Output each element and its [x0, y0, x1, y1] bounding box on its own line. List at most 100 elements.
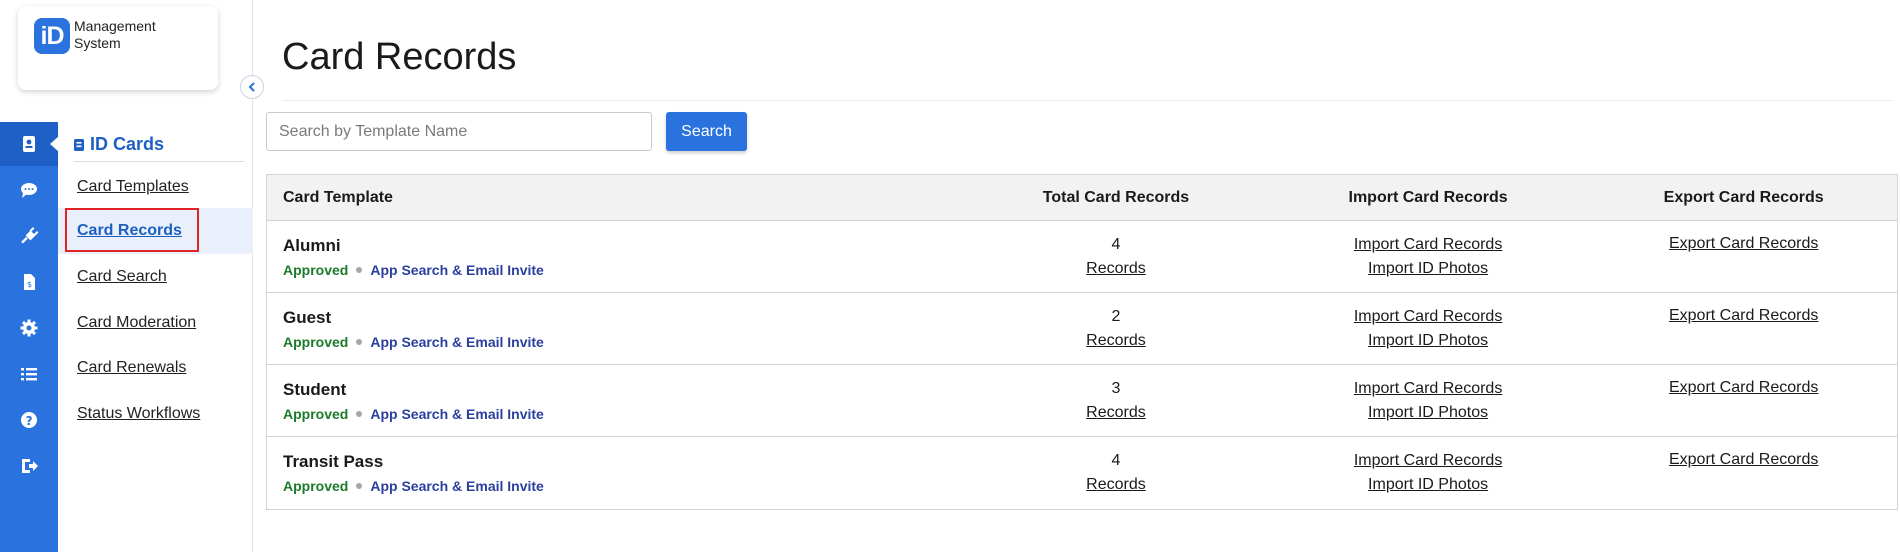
status-badge: Approved — [283, 478, 349, 494]
template-cell: Alumni Approved App Search & Email Invit… — [267, 236, 966, 278]
help-icon: ? — [21, 412, 37, 428]
access-label: App Search & Email Invite — [370, 261, 544, 278]
table-header: Card Template Total Card Records Import … — [267, 175, 1897, 221]
template-meta: Approved App Search & Email Invite — [283, 262, 966, 278]
separator-dot — [356, 338, 363, 345]
rail-id-cards[interactable] — [0, 122, 59, 166]
svg-text:$: $ — [27, 280, 32, 289]
import-cell: Import Card Records Import ID Photos — [1266, 452, 1591, 494]
import-id-photos-link[interactable]: Import ID Photos — [1266, 404, 1591, 422]
import-id-photos-link[interactable]: Import ID Photos — [1266, 476, 1591, 494]
records-link[interactable]: Records — [966, 260, 1266, 278]
logout-icon — [22, 459, 38, 473]
import-cell: Import Card Records Import ID Photos — [1266, 236, 1591, 278]
logo-badge: iD — [34, 18, 70, 54]
records-link[interactable]: Records — [966, 404, 1266, 422]
sidebar-item-card-templates[interactable]: Card Templates — [58, 164, 253, 210]
template-cell: Transit Pass Approved App Search & Email… — [267, 452, 966, 494]
plug-icon — [21, 227, 39, 244]
id-badge-icon — [74, 138, 84, 151]
sidebar-item-label: Card Renewals — [77, 359, 187, 376]
export-cell: Export Card Records — [1590, 437, 1897, 469]
header-card-template: Card Template — [283, 188, 393, 206]
template-name: Transit Pass — [283, 452, 384, 471]
sidebar-item-card-search[interactable]: Card Search — [58, 254, 253, 300]
logo-text: Management System — [74, 18, 156, 51]
sidebar-item-label: Status Workflows — [77, 405, 201, 422]
list-icon — [21, 368, 37, 381]
sidebar-item-card-renewals[interactable]: Card Renewals — [58, 345, 253, 391]
record-count: 4 — [1111, 452, 1121, 469]
total-cell: 4 Records — [966, 236, 1266, 278]
table-row: Student Approved App Search & Email Invi… — [267, 365, 1897, 437]
template-meta: Approved App Search & Email Invite — [283, 406, 966, 422]
export-card-records-link[interactable]: Export Card Records — [1669, 307, 1818, 324]
export-card-records-link[interactable]: Export Card Records — [1669, 235, 1818, 252]
import-id-photos-link[interactable]: Import ID Photos — [1266, 260, 1591, 278]
total-cell: 4 Records — [966, 452, 1266, 494]
import-card-records-link[interactable]: Import Card Records — [1266, 380, 1591, 398]
template-name: Guest — [283, 307, 332, 327]
import-cell: Import Card Records Import ID Photos — [1266, 380, 1591, 422]
separator-dot — [356, 266, 363, 273]
separator-dot — [356, 410, 363, 417]
record-count: 3 — [1111, 379, 1121, 397]
sidebar-item-card-moderation[interactable]: Card Moderation — [58, 300, 253, 346]
rail-settings[interactable] — [0, 306, 58, 350]
import-card-records-link[interactable]: Import Card Records — [1266, 308, 1591, 326]
rail-billing[interactable]: $ — [0, 260, 58, 304]
access-label: App Search & Email Invite — [370, 478, 544, 494]
invoice-icon: $ — [24, 274, 35, 290]
header-total-card-records: Total Card Records — [1042, 188, 1190, 206]
import-cell: Import Card Records Import ID Photos — [1266, 308, 1591, 350]
svg-text:?: ? — [26, 414, 33, 428]
import-card-records-link[interactable]: Import Card Records — [1266, 452, 1591, 470]
sidebar-item-label: Card Search — [77, 268, 167, 285]
rail-integrations[interactable] — [0, 214, 58, 258]
rail-lists[interactable] — [0, 352, 58, 396]
template-meta: Approved App Search & Email Invite — [283, 478, 966, 494]
record-count: 4 — [1111, 235, 1121, 253]
logo-card[interactable]: iD Management System — [18, 6, 218, 90]
records-link[interactable]: Records — [966, 476, 1266, 494]
title-divider — [282, 100, 1892, 101]
export-cell: Export Card Records — [1590, 221, 1897, 253]
total-cell: 2 Records — [966, 308, 1266, 350]
status-badge: Approved — [283, 405, 349, 422]
table-row: Transit Pass Approved App Search & Email… — [267, 437, 1897, 509]
chat-icon — [21, 183, 37, 198]
gear-icon — [20, 319, 38, 337]
rail-messages[interactable] — [0, 168, 58, 212]
search-button[interactable]: Search — [666, 112, 747, 151]
table-row: Alumni Approved App Search & Email Invit… — [267, 221, 1897, 293]
import-card-records-link[interactable]: Import Card Records — [1266, 236, 1591, 254]
template-meta: Approved App Search & Email Invite — [283, 334, 966, 350]
template-cell: Student Approved App Search & Email Invi… — [267, 380, 966, 422]
rail-help[interactable]: ? — [0, 398, 58, 442]
export-card-records-link[interactable]: Export Card Records — [1669, 379, 1818, 396]
table-row: Guest Approved App Search & Email Invite… — [267, 293, 1897, 365]
sidebar-collapse-button[interactable] — [240, 75, 264, 99]
sidebar-section-title: ID Cards — [90, 134, 165, 154]
search-input[interactable] — [266, 112, 652, 151]
export-card-records-link[interactable]: Export Card Records — [1669, 451, 1818, 468]
record-count: 2 — [1111, 307, 1121, 325]
sidebar-item-label: Card Moderation — [77, 314, 197, 331]
status-badge: Approved — [283, 261, 349, 278]
template-cell: Guest Approved App Search & Email Invite — [267, 308, 966, 350]
template-name: Student — [283, 379, 347, 399]
total-cell: 3 Records — [966, 380, 1266, 422]
sidebar-item-status-workflows[interactable]: Status Workflows — [58, 391, 253, 437]
sidebar-section-id-cards: ID Cards — [74, 128, 244, 162]
highlight-box — [65, 208, 199, 252]
header-import-card-records: Import Card Records — [1348, 188, 1508, 206]
separator-dot — [356, 483, 363, 489]
header-export-card-records: Export Card Records — [1663, 188, 1824, 206]
export-cell: Export Card Records — [1590, 365, 1897, 397]
rail-logout[interactable] — [0, 444, 58, 488]
id-card-icon — [23, 136, 35, 152]
page-title: Card Records — [282, 36, 517, 78]
records-link[interactable]: Records — [966, 332, 1266, 350]
export-cell: Export Card Records — [1590, 293, 1897, 325]
import-id-photos-link[interactable]: Import ID Photos — [1266, 332, 1591, 350]
